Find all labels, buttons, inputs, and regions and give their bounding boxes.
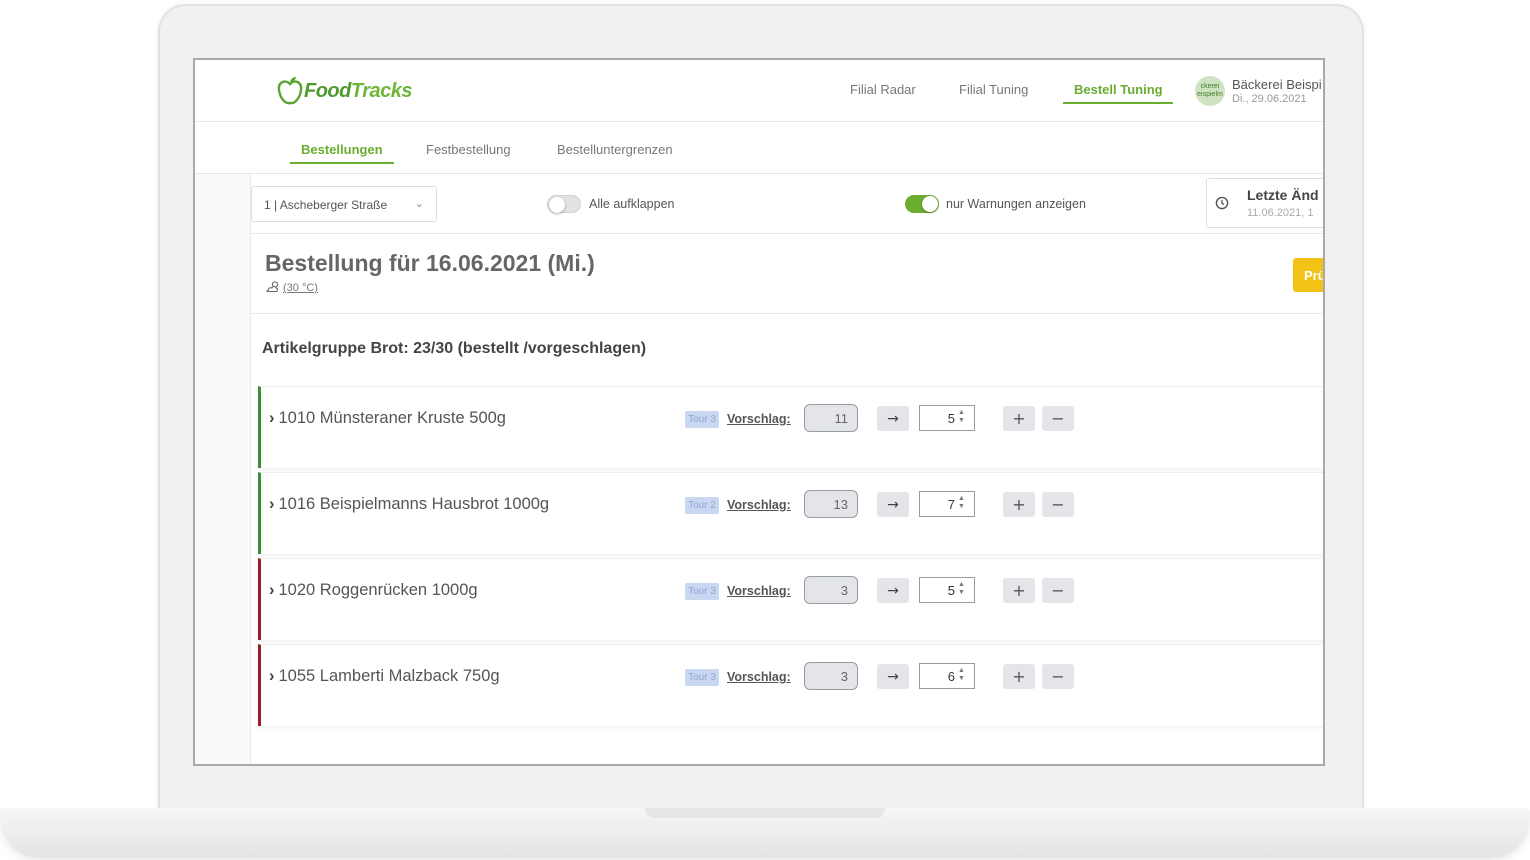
spinner-arrows-icon[interactable]: ▲ ▼ bbox=[958, 581, 965, 597]
page-title: Bestellung für 16.06.2021 (Mi.) bbox=[265, 250, 595, 276]
quantity-input[interactable] bbox=[919, 577, 975, 603]
chevron-right-icon: › bbox=[269, 667, 275, 685]
arrow-right-icon: → bbox=[887, 410, 899, 427]
apply-suggestion-button[interactable]: → bbox=[877, 406, 909, 431]
tab-bestelluntergrenzen[interactable]: Bestelluntergrenzen bbox=[557, 142, 673, 157]
filter-bar: 1 | Ascheberger Straße ⌄ Alle aufklappen… bbox=[251, 174, 1323, 234]
increase-button[interactable]: + bbox=[1003, 406, 1035, 431]
toggle-knob bbox=[549, 197, 565, 213]
suggestion-label[interactable]: Vorschlag: bbox=[727, 412, 791, 426]
nav-filial-tuning[interactable]: Filial Tuning bbox=[959, 82, 1028, 97]
article-row[interactable]: › 1020 Roggenrücken 1000g Tour 3 Vorschla… bbox=[258, 558, 1323, 640]
apply-suggestion-button[interactable]: → bbox=[877, 578, 909, 603]
decrease-button[interactable]: − bbox=[1042, 578, 1074, 603]
apple-logo-icon bbox=[277, 77, 303, 105]
quantity-input[interactable] bbox=[919, 491, 975, 517]
sub-tabs: Bestellungen Festbestellung Bestellunter… bbox=[195, 122, 1323, 174]
order-header: Bestellung für 16.06.2021 (Mi.) (30 °C) … bbox=[251, 234, 1323, 314]
chevron-down-icon: ⌄ bbox=[414, 198, 424, 210]
user-name[interactable]: Bäckerei Beispi bbox=[1232, 77, 1322, 92]
spinner-arrows-icon[interactable]: ▲ ▼ bbox=[958, 667, 965, 683]
plus-icon: + bbox=[1012, 581, 1026, 600]
increase-button[interactable]: + bbox=[1003, 492, 1035, 517]
decrease-button[interactable]: − bbox=[1042, 492, 1074, 517]
suggestion-value: 3 bbox=[804, 662, 858, 690]
sun-cloud-icon bbox=[266, 281, 279, 292]
apply-suggestion-button[interactable]: → bbox=[877, 664, 909, 689]
top-navbar: FoodTracks Filial Radar Filial Tuning Be… bbox=[195, 60, 1323, 122]
article-row[interactable]: › 1016 Beispielmanns Hausbrot 1000g Tour … bbox=[258, 472, 1323, 554]
quantity-input[interactable] bbox=[919, 405, 975, 431]
spinner-arrows-icon[interactable]: ▲ ▼ bbox=[958, 409, 965, 425]
plus-icon: + bbox=[1012, 495, 1026, 514]
minus-icon: − bbox=[1051, 581, 1065, 600]
warnings-only-toggle[interactable] bbox=[905, 195, 939, 213]
suggestion-value: 11 bbox=[804, 404, 858, 432]
decrease-button[interactable]: − bbox=[1042, 664, 1074, 689]
minus-icon: − bbox=[1051, 667, 1065, 686]
expand-all-toggle[interactable] bbox=[547, 195, 581, 213]
suggestion-value: 3 bbox=[804, 576, 858, 604]
expand-all-label: Alle aufklappen bbox=[589, 197, 675, 211]
increase-button[interactable]: + bbox=[1003, 664, 1035, 689]
warnings-only-label: nur Warnungen anzeigen bbox=[946, 197, 1086, 211]
article-group-title: Artikelgruppe Brot: 23/30 (bestellt /vor… bbox=[262, 340, 647, 357]
tab-festbestellung[interactable]: Festbestellung bbox=[426, 142, 511, 157]
laptop-notch bbox=[645, 808, 885, 818]
weather-temperature: (30 °C) bbox=[283, 282, 318, 294]
increase-button[interactable]: + bbox=[1003, 578, 1035, 603]
last-change-date: 11.06.2021, 1 bbox=[1247, 207, 1314, 219]
tab-bestellungen[interactable]: Bestellungen bbox=[301, 142, 383, 157]
article-name[interactable]: › 1010 Münsteraner Kruste 500g bbox=[269, 409, 506, 428]
clock-icon bbox=[1215, 196, 1229, 210]
foodtracks-logo[interactable]: FoodTracks bbox=[277, 76, 413, 106]
app-screen: FoodTracks Filial Radar Filial Tuning Be… bbox=[193, 58, 1325, 766]
tour-badge: Tour 3 bbox=[685, 583, 719, 600]
branch-select[interactable]: 1 | Ascheberger Straße ⌄ bbox=[251, 186, 437, 222]
article-row[interactable]: › 1010 Münsteraner Kruste 500g Tour 3 Vor… bbox=[258, 386, 1323, 468]
minus-icon: − bbox=[1051, 495, 1065, 514]
tour-badge: Tour 3 bbox=[685, 669, 719, 686]
nav-filial-radar[interactable]: Filial Radar bbox=[850, 82, 916, 97]
chevron-right-icon: › bbox=[269, 495, 275, 513]
spinner-arrows-icon[interactable]: ▲ ▼ bbox=[958, 495, 965, 511]
decrease-button[interactable]: − bbox=[1042, 406, 1074, 431]
chevron-right-icon: › bbox=[269, 581, 275, 599]
branch-select-value: 1 | Ascheberger Straße bbox=[264, 198, 388, 212]
weather-info[interactable]: (30 °C) bbox=[265, 280, 318, 294]
logo-wordmark: FoodTracks bbox=[304, 79, 413, 102]
last-change-card[interactable]: Letzte Änd 11.06.2021, 1 bbox=[1206, 178, 1323, 228]
plus-icon: + bbox=[1012, 667, 1026, 686]
toggle-knob bbox=[922, 196, 938, 212]
plus-icon: + bbox=[1012, 409, 1026, 428]
suggestion-label[interactable]: Vorschlag: bbox=[727, 498, 791, 512]
quantity-input[interactable] bbox=[919, 663, 975, 689]
arrow-right-icon: → bbox=[887, 668, 899, 685]
nav-bestell-tuning[interactable]: Bestell Tuning bbox=[1074, 82, 1163, 97]
suggestion-value: 13 bbox=[804, 490, 858, 518]
article-name[interactable]: › 1055 Lamberti Malzback 750g bbox=[269, 667, 500, 686]
tour-badge: Tour 2 bbox=[685, 497, 719, 514]
check-button[interactable]: Prü bbox=[1293, 258, 1323, 292]
nav-active-indicator bbox=[1063, 102, 1173, 104]
user-date: Di., 29.06.2021 bbox=[1232, 93, 1307, 105]
chevron-right-icon: › bbox=[269, 409, 275, 427]
arrow-right-icon: → bbox=[887, 496, 899, 513]
side-column bbox=[195, 174, 251, 764]
article-name[interactable]: › 1020 Roggenrücken 1000g bbox=[269, 581, 478, 600]
apply-suggestion-button[interactable]: → bbox=[877, 492, 909, 517]
minus-icon: − bbox=[1051, 409, 1065, 428]
last-change-title: Letzte Änd bbox=[1247, 187, 1319, 203]
suggestion-label[interactable]: Vorschlag: bbox=[727, 584, 791, 598]
subtab-active-indicator bbox=[290, 162, 394, 164]
suggestion-label[interactable]: Vorschlag: bbox=[727, 670, 791, 684]
tour-badge: Tour 3 bbox=[685, 411, 719, 428]
article-name[interactable]: › 1016 Beispielmanns Hausbrot 1000g bbox=[269, 495, 549, 514]
article-row[interactable]: › 1055 Lamberti Malzback 750g Tour 3 Vors… bbox=[258, 644, 1323, 726]
avatar[interactable]: ckerei eispielm bbox=[1195, 76, 1225, 106]
arrow-right-icon: → bbox=[887, 582, 899, 599]
